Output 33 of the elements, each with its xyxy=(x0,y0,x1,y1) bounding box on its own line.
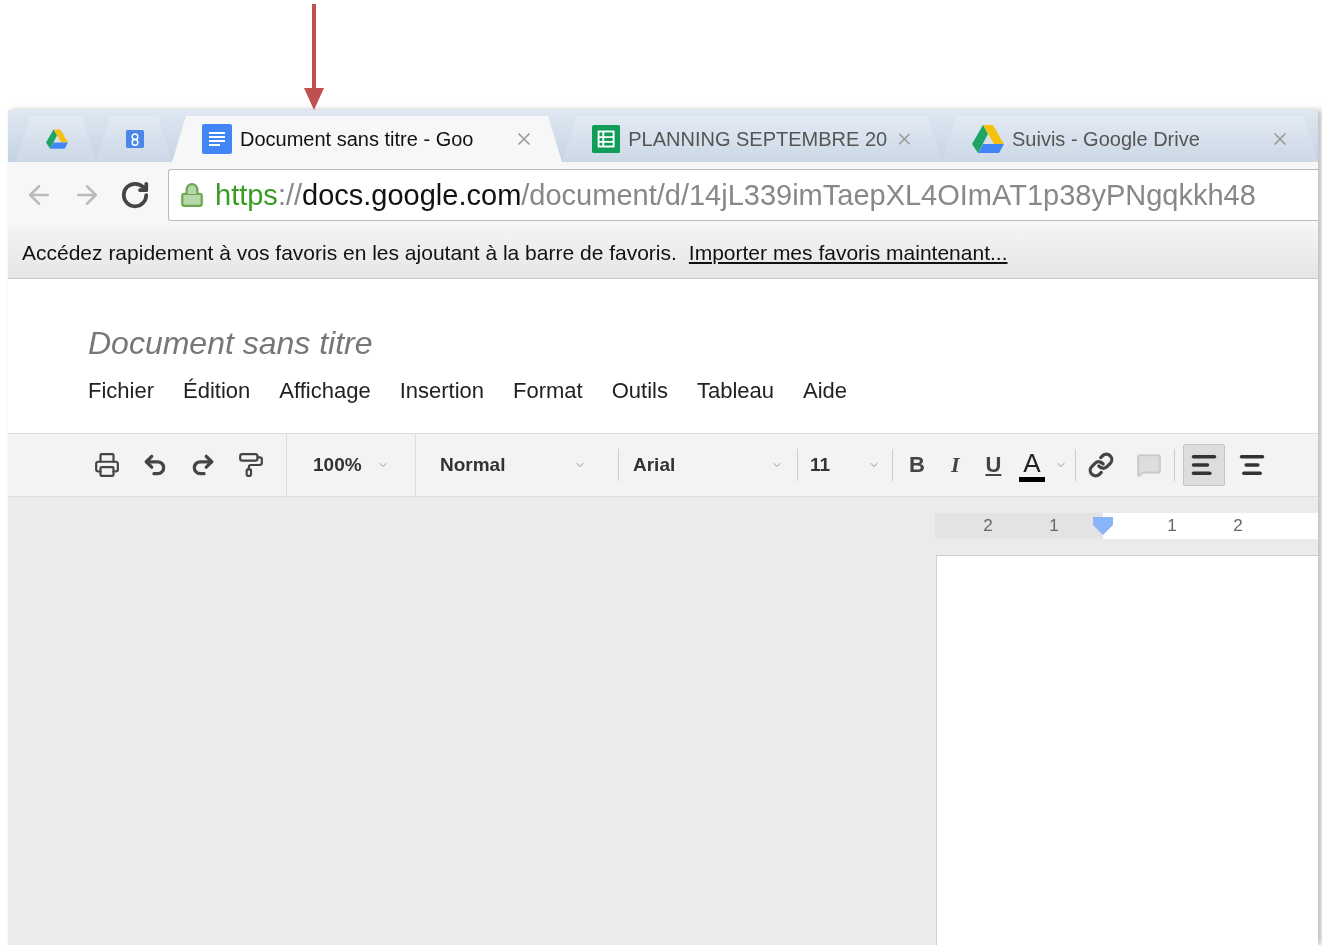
italic-button[interactable]: I xyxy=(942,448,968,482)
document-title[interactable]: Document sans titre xyxy=(88,325,373,362)
text-color-button[interactable]: A xyxy=(1019,448,1045,482)
browser-tab[interactable]: PLANNING SEPTEMBRE 20 xyxy=(562,116,942,162)
zoom-dropdown[interactable]: 100% xyxy=(313,454,389,476)
reload-button[interactable] xyxy=(120,180,150,210)
menu-item[interactable]: Édition xyxy=(183,376,251,406)
menu-item[interactable]: Insertion xyxy=(399,376,485,406)
browser-tab[interactable]: Document sans titre - Goo xyxy=(172,116,562,162)
ruler-number: 1 xyxy=(1048,516,1060,536)
style-dropdown[interactable]: Normal xyxy=(440,454,586,476)
menu-item[interactable]: Affichage xyxy=(279,376,371,406)
menu-item[interactable]: Tableau xyxy=(696,376,775,406)
bold-button[interactable]: B xyxy=(901,448,933,482)
font-dropdown[interactable]: Arial xyxy=(633,454,783,476)
menu-item[interactable]: Aide xyxy=(803,376,848,406)
import-bookmarks-link[interactable]: Importer mes favoris maintenant... xyxy=(688,241,1008,265)
menu-item[interactable]: Fichier xyxy=(88,376,154,406)
triangle-logo-icon xyxy=(972,125,1004,153)
spreadsheet-icon xyxy=(592,124,621,154)
ruler-number: 1 xyxy=(1166,516,1178,536)
underline-button[interactable]: U xyxy=(977,448,1010,482)
ruler-number: 2 xyxy=(982,516,994,536)
menu-item[interactable]: Format xyxy=(513,376,583,406)
address-field[interactable]: https://docs.google.com/document/d/14jL339imTaepXL4OImAT1p38yPNgqkkh48 xyxy=(168,169,1318,221)
indent-marker-icon[interactable] xyxy=(1093,517,1113,535)
font-size-dropdown[interactable]: 11 xyxy=(810,454,880,476)
align-left-button[interactable] xyxy=(1182,444,1225,486)
menu-item[interactable]: Outils xyxy=(611,376,668,406)
bookmarks-message: Accédez rapidement à vos favoris en les ajoutant à la barre de favoris. xyxy=(22,241,677,265)
ruler-number: 2 xyxy=(1232,516,1244,536)
browser-tab[interactable]: Suivis - Google Drive xyxy=(942,116,1318,162)
document-icon xyxy=(202,124,232,154)
